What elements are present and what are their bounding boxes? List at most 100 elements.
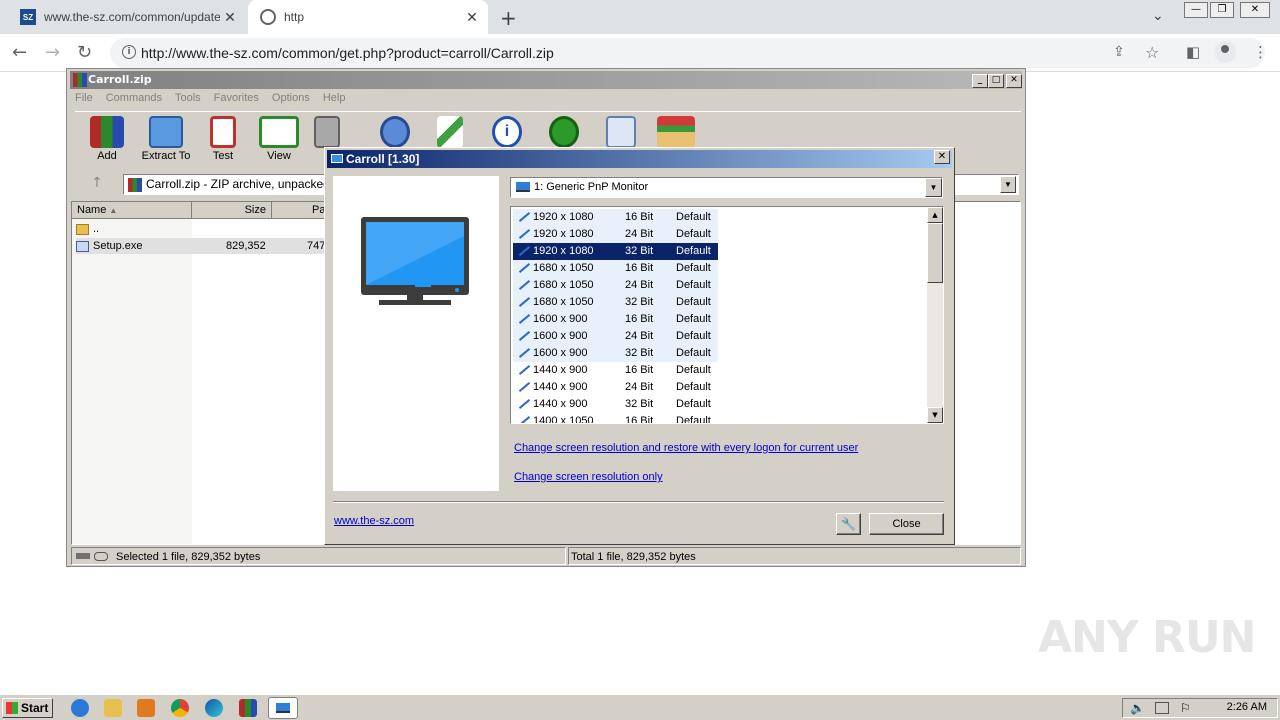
zip-archive-icon: [128, 178, 142, 192]
clock[interactable]: 2:26 AM: [1227, 701, 1267, 713]
find-button[interactable]: [365, 116, 425, 150]
close-tab-icon[interactable]: ✕: [462, 9, 482, 26]
website-link[interactable]: www.the-sz.com: [334, 515, 414, 527]
change-only-link[interactable]: Change screen resolution only: [514, 471, 663, 483]
resize-arrow-icon: [518, 263, 530, 273]
settings-wrench-button[interactable]: 🔧: [836, 513, 861, 535]
scroll-down-arrow-icon[interactable]: ▼: [927, 407, 943, 423]
close-window-button[interactable]: ✕: [1240, 2, 1270, 18]
monitor-select[interactable]: 1: Generic PnP Monitor ▼: [510, 177, 943, 198]
share-icon[interactable]: ⇪: [1113, 44, 1125, 60]
browser-tab-bar: SZ www.the-sz.com/common/update.pl ✕ htt…: [0, 0, 1280, 34]
carroll-task-button[interactable]: [268, 697, 298, 719]
winrar-menu-bar: File Commands Tools Favorites Options He…: [75, 92, 345, 108]
side-panel-icon[interactable]: ◧: [1186, 43, 1200, 61]
monitor-small-icon: [516, 182, 530, 192]
new-tab-plus-icon[interactable]: +: [500, 6, 517, 30]
menu-kebab-icon[interactable]: ⋮: [1253, 43, 1268, 61]
wizard-wand-icon: [437, 116, 463, 148]
list-item[interactable]: 1400 x 1050 16 Bit Default: [513, 413, 718, 423]
browser-tab-update[interactable]: SZ www.the-sz.com/common/update.pl ✕: [8, 0, 246, 34]
dropdown-arrow-icon[interactable]: ▼: [925, 178, 942, 197]
info-button[interactable]: i: [477, 116, 537, 150]
minimize-button[interactable]: _: [972, 74, 988, 88]
menu-commands[interactable]: Commands: [106, 92, 162, 108]
find-magnifier-icon: [380, 116, 410, 148]
sz-favicon-icon: SZ: [20, 9, 36, 25]
change-and-restore-link[interactable]: Change screen resolution and restore wit…: [514, 442, 858, 454]
status-total: Total 1 file, 829,352 bytes: [568, 547, 1021, 565]
list-item[interactable]: 1600 x 900 16 Bit Default: [513, 311, 718, 328]
key-icon: [94, 552, 108, 561]
media-player-icon[interactable]: [137, 699, 155, 717]
test-button[interactable]: Test: [193, 116, 253, 162]
start-button[interactable]: Start: [2, 698, 53, 718]
scroll-up-arrow-icon[interactable]: ▲: [927, 207, 943, 223]
list-item[interactable]: 1440 x 900 16 Bit Default: [513, 362, 718, 379]
list-item[interactable]: 1440 x 900 32 Bit Default: [513, 396, 718, 413]
minimize-window-button[interactable]: —: [1184, 2, 1208, 18]
list-item[interactable]: 1600 x 900 24 Bit Default: [513, 328, 718, 345]
back-arrow-icon[interactable]: ←: [12, 42, 27, 63]
address-bar[interactable]: i http://www.the-sz.com/common/get.php?p…: [110, 38, 1265, 68]
volume-icon[interactable]: 🔈: [1130, 701, 1145, 715]
chrome-icon[interactable]: [171, 699, 189, 717]
add-button[interactable]: Add: [77, 116, 137, 162]
sfx-button[interactable]: [646, 116, 706, 150]
column-header-size[interactable]: Size: [192, 202, 272, 219]
dialog-title: Carroll [1.30]: [346, 152, 420, 166]
list-scrollbar[interactable]: ▲ ▼: [927, 207, 943, 423]
network-icon[interactable]: [1155, 702, 1169, 714]
extract-to-button[interactable]: Extract To: [136, 116, 196, 162]
dialog-close-x-button[interactable]: ✕: [934, 150, 950, 164]
resize-arrow-icon: [518, 331, 530, 341]
restore-window-button[interactable]: ❐: [1210, 2, 1234, 18]
column-header-packed[interactable]: Pa: [272, 202, 332, 219]
wizard-button[interactable]: [420, 116, 480, 150]
file-row-setup[interactable]: Setup.exe 829,352 747: [76, 238, 326, 254]
close-button[interactable]: ✕: [1006, 74, 1022, 88]
tab-search-chevron-icon[interactable]: ⌄: [1152, 8, 1164, 24]
edge-icon[interactable]: [205, 699, 223, 717]
up-folder-arrow-icon[interactable]: ↑: [77, 175, 117, 195]
comment-button[interactable]: [591, 116, 651, 150]
explorer-folder-icon[interactable]: [104, 699, 122, 717]
wrench-icon: 🔧: [841, 517, 856, 531]
menu-help[interactable]: Help: [323, 92, 346, 108]
profile-avatar-icon[interactable]: [1214, 41, 1236, 63]
menu-tools[interactable]: Tools: [175, 92, 201, 108]
virus-scan-button[interactable]: [534, 116, 594, 150]
list-item[interactable]: 1920 x 1080 24 Bit Default: [513, 226, 718, 243]
info-icon: i: [492, 116, 522, 148]
list-item[interactable]: 1440 x 900 24 Bit Default: [513, 379, 718, 396]
view-button[interactable]: View: [249, 116, 309, 162]
url-text[interactable]: http://www.the-sz.com/common/get.php?pro…: [141, 45, 554, 61]
menu-file[interactable]: File: [75, 92, 93, 108]
menu-options[interactable]: Options: [272, 92, 310, 108]
close-button[interactable]: Close: [869, 513, 944, 535]
browser-tab-http[interactable]: http ✕: [248, 0, 488, 34]
list-item[interactable]: 1680 x 1050 32 Bit Default: [513, 294, 718, 311]
resolution-list[interactable]: 1920 x 1080 16 Bit Default 1920 x 1080 24 B…: [510, 206, 944, 424]
ie-icon[interactable]: [71, 699, 89, 717]
forward-arrow-icon[interactable]: →: [45, 42, 60, 63]
list-item[interactable]: 1680 x 1050 24 Bit Default: [513, 277, 718, 294]
path-dropdown-arrow-icon[interactable]: ▼: [1000, 176, 1016, 193]
list-item[interactable]: 1920 x 1080 16 Bit Default: [513, 209, 718, 226]
windows-flag-icon: [6, 702, 18, 714]
list-item[interactable]: 1680 x 1050 16 Bit Default: [513, 260, 718, 277]
tab-title: http: [284, 10, 305, 24]
site-info-icon[interactable]: i: [122, 45, 136, 59]
list-item[interactable]: 1600 x 900 32 Bit Default: [513, 345, 718, 362]
menu-favorites[interactable]: Favorites: [214, 92, 259, 108]
column-header-name[interactable]: Name ▲: [72, 202, 192, 219]
scroll-thumb[interactable]: [927, 223, 943, 283]
maximize-button[interactable]: □: [988, 74, 1004, 88]
list-item-selected[interactable]: 1920 x 1080 32 Bit Default: [513, 243, 718, 260]
close-tab-icon[interactable]: ✕: [220, 9, 240, 26]
action-center-flag-icon[interactable]: ⚐: [1180, 701, 1191, 715]
bookmark-star-icon[interactable]: ☆: [1145, 43, 1159, 62]
file-row-parent[interactable]: ..: [76, 221, 196, 237]
reload-icon[interactable]: ↻: [77, 42, 92, 63]
winrar-task-icon[interactable]: [239, 699, 257, 717]
